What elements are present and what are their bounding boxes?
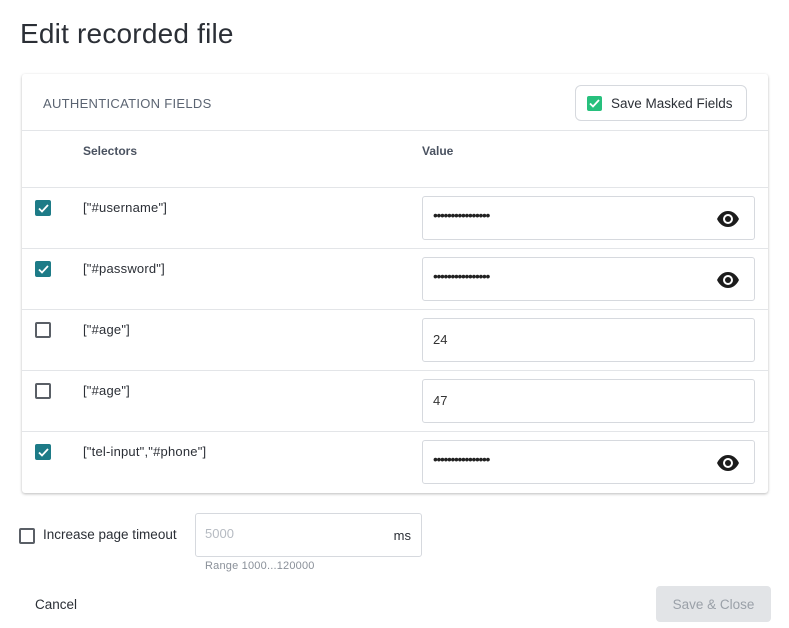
selector-text: ["#age"] [83,322,130,337]
field-value: 24 [433,332,448,347]
selector-text: ["#age"] [83,383,130,398]
row-checkbox[interactable] [35,200,51,216]
row-checkbox[interactable] [35,261,51,277]
table-row: ["#age"] 47 [22,370,768,431]
value-field[interactable]: •••••••••••••••• [422,440,755,484]
check-icon [37,447,49,457]
value-field[interactable]: •••••••••••••••• [422,257,755,301]
timeout-input[interactable] [205,526,365,541]
card-header: AUTHENTICATION FIELDS Save Masked Fields [22,74,768,131]
row-checkbox[interactable] [35,322,51,338]
table-row: ["#age"] 24 [22,309,768,370]
table-row: ["#password"] •••••••••••••••• [22,248,768,309]
increase-timeout-label[interactable]: Increase page timeout [43,527,177,542]
check-icon [589,99,600,108]
row-checkbox[interactable] [35,444,51,460]
value-field[interactable]: 24 [422,318,755,362]
row-checkbox[interactable] [35,383,51,399]
table-row: ["tel-input","#phone"] •••••••••••••••• [22,431,768,492]
value-field[interactable]: •••••••••••••••• [422,196,755,240]
table-row: ["#username"] •••••••••••••••• [22,187,768,248]
cancel-button[interactable]: Cancel [22,590,90,618]
save-masked-label: Save Masked Fields [611,96,733,111]
auth-fields-card: AUTHENTICATION FIELDS Save Masked Fields… [22,74,768,493]
value-field[interactable]: 47 [422,379,755,423]
page-title: Edit recorded file [20,18,234,49]
save-masked-checkbox[interactable] [587,96,602,111]
eye-icon[interactable] [716,270,740,290]
check-icon [37,264,49,274]
masked-value: •••••••••••••••• [433,451,490,467]
eye-icon[interactable] [716,209,740,229]
field-value: 47 [433,393,448,408]
timeout-field[interactable]: ms [195,513,422,557]
check-icon [37,203,49,213]
column-header-value: Value [422,144,454,158]
timeout-unit: ms [393,528,411,543]
masked-value: •••••••••••••••• [433,268,490,284]
section-label: AUTHENTICATION FIELDS [43,96,212,111]
masked-value: •••••••••••••••• [433,207,490,223]
timeout-range-hint: Range 1000...120000 [205,560,315,572]
selector-text: ["#username"] [83,200,168,215]
selector-text: ["#password"] [83,261,165,276]
eye-icon[interactable] [716,453,740,473]
increase-timeout-checkbox[interactable] [19,528,35,544]
selector-text: ["tel-input","#phone"] [83,444,207,459]
column-header-selectors: Selectors [83,144,138,158]
save-close-button[interactable]: Save & Close [656,586,771,622]
save-masked-fields-toggle[interactable]: Save Masked Fields [575,85,747,121]
